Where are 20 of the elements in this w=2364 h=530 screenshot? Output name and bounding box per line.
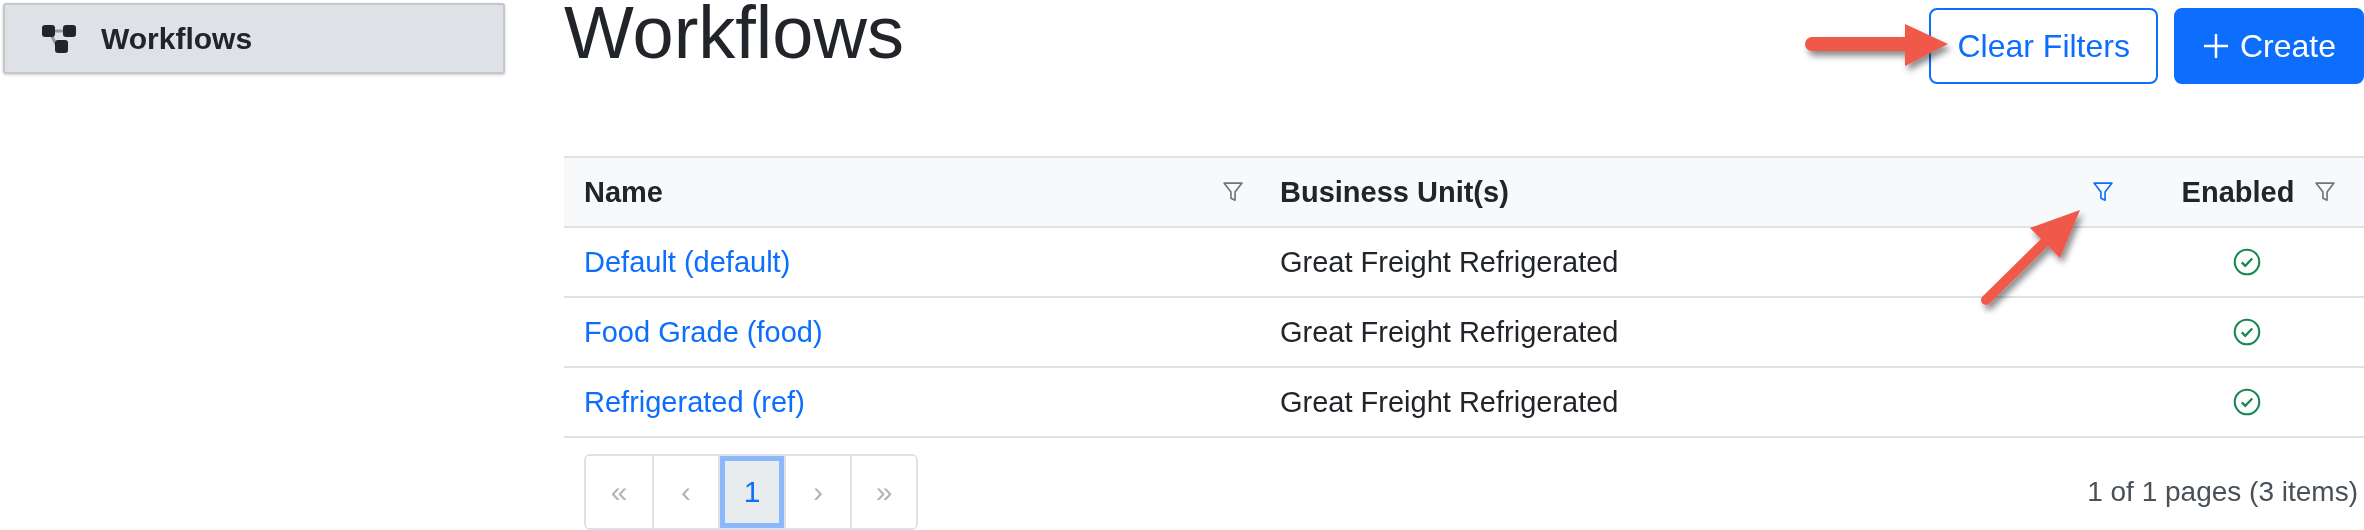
workflow-link[interactable]: Food Grade (food)	[584, 315, 823, 349]
filter-icon[interactable]	[2092, 181, 2114, 203]
clear-filters-button[interactable]: Clear Filters	[1929, 8, 2158, 84]
sidebar-item[interactable]: Workflows	[3, 3, 505, 74]
pagination-summary: 1 of 1 pages (3 items)	[2087, 476, 2358, 508]
filter-icon[interactable]	[1222, 181, 1244, 203]
workflow-icon	[41, 23, 77, 54]
create-button[interactable]: Create	[2173, 8, 2364, 84]
column-header: Business Unit(s)	[1280, 175, 1509, 209]
column-header: Name	[584, 175, 663, 209]
page-button[interactable]: 1	[718, 456, 784, 528]
table-cell: Great Freight Refrigerated	[1280, 245, 1619, 279]
table-cell: Great Freight Refrigerated	[1280, 315, 1619, 349]
column-header: Enabled	[2181, 175, 2295, 209]
workflow-link[interactable]: Refrigerated (ref)	[584, 385, 805, 419]
page-title: Workflows	[564, 0, 904, 74]
table-cell: Great Freight Refrigerated	[1280, 385, 1619, 419]
plus-icon	[2201, 32, 2230, 60]
filter-icon[interactable]	[2314, 181, 2337, 203]
workflow-link[interactable]: Default (default)	[584, 245, 791, 279]
